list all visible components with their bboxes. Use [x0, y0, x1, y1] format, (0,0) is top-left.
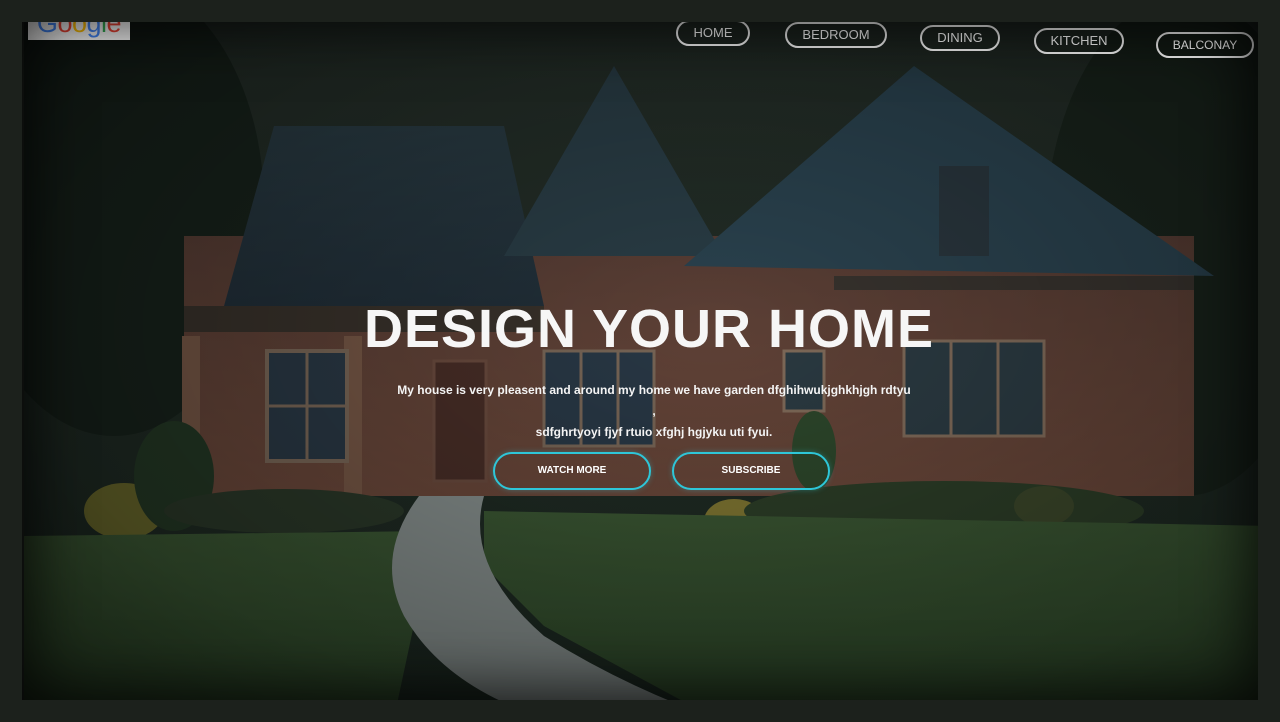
- top-navigation: HOME BEDROOM DINING KITCHEN BALCONAY: [664, 20, 1260, 70]
- logo-letter: g: [86, 7, 102, 38]
- watch-more-button[interactable]: WATCH MORE: [493, 452, 651, 490]
- nav-item-bedroom[interactable]: BEDROOM: [785, 22, 887, 48]
- logo-letter: o: [57, 7, 72, 38]
- hero-section: G o o g l e HOME BEDROOM DINING KITCHEN …: [24, 6, 1274, 718]
- logo-letter: G: [36, 7, 58, 38]
- nav-item-balconay[interactable]: BALCONAY: [1156, 32, 1254, 58]
- logo-letter: e: [106, 7, 122, 38]
- hero-background-image: [24, 6, 1274, 718]
- nav-item-dining[interactable]: DINING: [920, 25, 1000, 51]
- logo-letter: o: [71, 7, 87, 38]
- hero-title: DESIGN YOUR HOME: [363, 299, 935, 359]
- google-logo[interactable]: G o o g l e: [28, 6, 130, 40]
- monitor-screen: G o o g l e HOME BEDROOM DINING KITCHEN …: [0, 0, 1280, 722]
- hero-description-line: My house is very pleasent and around my …: [397, 383, 911, 418]
- nav-item-kitchen[interactable]: KITCHEN: [1034, 28, 1124, 54]
- subscribe-button[interactable]: SUBSCRIBE: [672, 452, 830, 490]
- hero-description: My house is very pleasent and around my …: [394, 380, 914, 443]
- nav-item-home[interactable]: HOME: [676, 20, 750, 46]
- hero-description-line: sdfghrtyoyi fjyf rtuio xfghj hgjyku uti …: [535, 425, 773, 439]
